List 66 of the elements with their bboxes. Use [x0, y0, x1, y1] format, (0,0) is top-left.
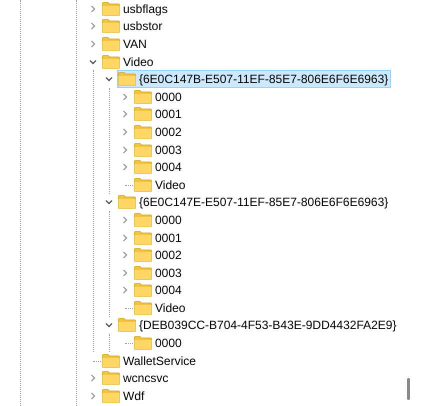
chevron-right-icon[interactable] [121, 146, 129, 154]
tree-item[interactable]: 0000 [133, 211, 185, 229]
chevron-down-icon[interactable] [105, 198, 113, 206]
chevron-down-icon[interactable] [105, 321, 113, 330]
folder-icon [134, 160, 152, 174]
tree-item[interactable]: 0004 [133, 158, 185, 176]
chevron-right-icon[interactable] [89, 4, 97, 13]
folder-icon [118, 318, 136, 332]
tree-item[interactable]: wcncsvc [101, 369, 172, 388]
chevron-right-icon[interactable] [121, 128, 129, 136]
chevron-right-icon[interactable] [89, 22, 97, 30]
folder-icon [134, 107, 152, 122]
tree-item[interactable]: Video [101, 52, 156, 70]
scrollbar-thumb[interactable] [407, 378, 410, 400]
folder-icon [102, 371, 120, 386]
folder-icon [102, 388, 120, 403]
folder-icon [134, 212, 152, 227]
tree-item[interactable]: 0002 [133, 246, 185, 264]
tree-item[interactable]: 0004 [133, 282, 185, 300]
tree-item[interactable]: 0001 [133, 228, 185, 246]
tree-item[interactable]: {6E0C147E-E507-11EF-85E7-806E6F6E6963} [117, 194, 392, 212]
folder-icon [102, 19, 120, 34]
folder-icon [134, 300, 152, 315]
tree-item[interactable]: Video [133, 176, 188, 194]
tree-item[interactable]: 0001 [133, 106, 185, 124]
tree-item[interactable]: Video [133, 299, 188, 317]
chevron-right-icon[interactable] [121, 251, 129, 260]
tree-item[interactable]: 0003 [133, 140, 185, 158]
folder-icon [102, 54, 120, 69]
chevron-right-icon[interactable] [89, 392, 97, 400]
tree-item[interactable]: usbflags [101, 0, 171, 18]
chevron-down-icon[interactable] [105, 75, 113, 84]
folder-icon [134, 230, 152, 245]
chevron-right-icon[interactable] [121, 216, 129, 224]
tree-item[interactable]: 0000 [133, 334, 185, 352]
folder-icon [134, 283, 152, 298]
chevron-right-icon[interactable] [121, 234, 129, 242]
tree-item[interactable]: VAN [101, 35, 150, 53]
folder-icon [134, 336, 152, 350]
tree-item[interactable]: 0003 [133, 264, 185, 282]
chevron-right-icon[interactable] [121, 286, 129, 294]
folder-icon [102, 354, 120, 368]
chevron-right-icon[interactable] [89, 374, 97, 382]
chevron-right-icon[interactable] [121, 163, 129, 172]
chevron-right-icon[interactable] [121, 268, 129, 277]
folder-icon [134, 248, 152, 262]
chevron-down-icon[interactable] [89, 58, 97, 66]
folder-icon [134, 142, 152, 157]
folder-icon [134, 90, 152, 104]
tree-item[interactable]: {DEB039CC-B704-4F53-B43E-9DD4432FA2E9} [117, 316, 400, 334]
folder-icon [118, 72, 136, 86]
tree-item[interactable]: {6E0C147B-E507-11EF-85E7-806E6F6E6963} [117, 70, 392, 88]
folder-icon [134, 124, 152, 139]
tree-item[interactable]: 0000 [133, 88, 185, 106]
chevron-right-icon[interactable] [121, 110, 129, 118]
chevron-right-icon[interactable] [89, 40, 97, 48]
folder-icon [102, 2, 120, 16]
folder-icon [134, 178, 152, 192]
chevron-right-icon[interactable] [121, 92, 129, 101]
tree-item[interactable]: 0002 [133, 123, 185, 141]
tree-item[interactable]: WalletService [101, 352, 199, 370]
folder-icon [134, 266, 152, 280]
tree-item[interactable]: usbstor [101, 18, 166, 36]
tree-item[interactable]: Wdf [101, 387, 148, 405]
folder-icon [118, 195, 136, 210]
folder-icon [102, 36, 120, 51]
